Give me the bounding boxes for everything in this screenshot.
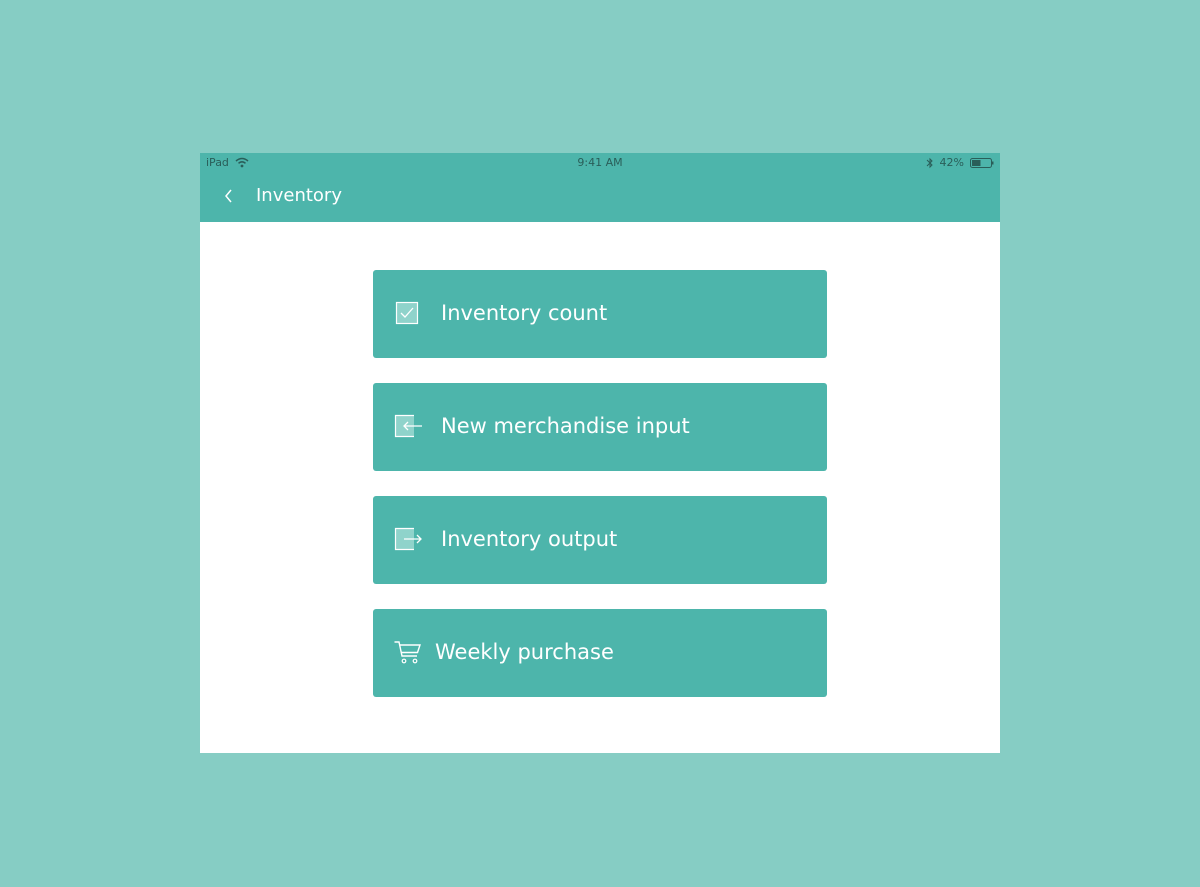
inventory-output-button[interactable]: Inventory output — [373, 496, 827, 584]
checkbox-icon — [393, 300, 423, 326]
inventory-output-label: Inventory output — [441, 527, 618, 551]
cart-icon — [393, 639, 423, 665]
chevron-left-icon — [225, 189, 232, 203]
page-title: Inventory — [256, 185, 342, 206]
status-time: 9:41 AM — [577, 156, 623, 169]
inventory-count-button[interactable]: Inventory count — [373, 270, 827, 358]
new-merchandise-input-button[interactable]: New merchandise input — [373, 383, 827, 471]
battery-icon — [970, 157, 994, 168]
new-merchandise-input-label: New merchandise input — [441, 414, 690, 438]
navigation-bar: Inventory — [200, 173, 1000, 222]
ipad-screen: iPad 9:41 AM 42% Inventory Inventory cou… — [200, 153, 1000, 753]
weekly-purchase-button[interactable]: Weekly purchase — [373, 609, 827, 697]
import-icon — [393, 413, 423, 439]
export-icon — [393, 526, 423, 552]
weekly-purchase-label: Weekly purchase — [435, 640, 614, 664]
status-right: 42% — [926, 156, 994, 169]
battery-percent: 42% — [939, 156, 964, 169]
back-button[interactable] — [218, 183, 240, 209]
inventory-menu: Inventory count New merchandise input In… — [373, 270, 827, 697]
status-bar: iPad 9:41 AM 42% — [200, 153, 1000, 173]
inventory-count-label: Inventory count — [441, 301, 608, 325]
bluetooth-icon — [926, 157, 934, 169]
